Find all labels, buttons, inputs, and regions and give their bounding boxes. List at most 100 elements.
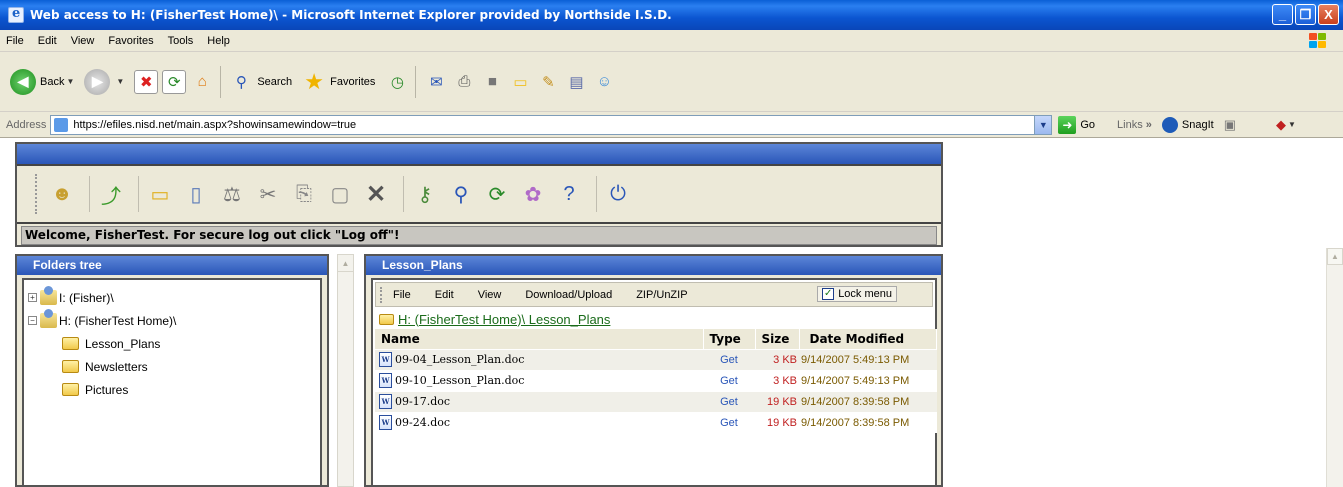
favorites-label: Favorites — [330, 75, 376, 88]
tree-item-drive-i[interactable]: + I: (Fisher)\ — [24, 286, 320, 309]
menu-edit[interactable]: Edit — [38, 35, 57, 47]
forward-button[interactable]: ▶ ▼ — [84, 68, 124, 95]
refresh-icon[interactable]: ⟳ — [162, 69, 187, 94]
copy-icon[interactable]: ⎘ — [289, 179, 319, 209]
search-icon[interactable]: ⚲ — [446, 179, 476, 209]
separator — [415, 65, 417, 98]
go-button[interactable]: ➜ Go — [1058, 115, 1095, 134]
file-menu-file[interactable]: File — [393, 289, 411, 301]
column-header-size[interactable]: Size — [755, 329, 800, 349]
refresh-icon[interactable]: ⟳ — [482, 179, 512, 209]
snagit-button[interactable]: SnagIt ▣ — [1161, 116, 1236, 133]
cut-icon[interactable]: ✂ — [253, 179, 283, 209]
favorites-star-icon: ★ — [304, 68, 325, 94]
expand-icon[interactable]: + — [28, 293, 37, 302]
get-link[interactable]: Get — [703, 390, 755, 412]
file-menu-edit[interactable]: Edit — [435, 289, 454, 301]
snagit-window-icon[interactable]: ▣ — [1224, 117, 1236, 133]
table-row[interactable]: W 09-10_Lesson_Plan.doc Get 3 KB 9/14/200… — [375, 369, 937, 391]
minimize-button[interactable]: _ — [1272, 4, 1293, 25]
tree-item-newsletters[interactable]: Newsletters — [24, 355, 320, 378]
lock-menu-toggle[interactable]: ✓ Lock menu — [817, 286, 897, 302]
file-name[interactable]: 09-10_Lesson_Plan.doc — [395, 374, 524, 387]
page-icon — [54, 117, 69, 132]
table-row[interactable]: W 09-24.doc Get 19 KB 9/14/2007 8:39:58 P… — [375, 411, 937, 433]
print-icon[interactable]: ⎙ — [452, 70, 476, 94]
home-icon[interactable]: ⌂ — [190, 70, 214, 94]
new-folder-icon[interactable]: ▭ — [145, 179, 175, 209]
browser-toolbar: ◀ Back ▼ ▶ ▼ ✖ ⟳ ⌂ ⚲ Search ★ Favorites … — [0, 52, 1343, 112]
menu-favorites[interactable]: Favorites — [108, 35, 153, 47]
menu-view[interactable]: View — [71, 35, 95, 47]
file-name[interactable]: 09-17.doc — [395, 395, 450, 408]
tree-item-lesson-plans[interactable]: Lesson_Plans — [24, 332, 320, 355]
mail-icon[interactable]: ✉ — [424, 70, 448, 94]
tree-item-drive-h[interactable]: − H: (FisherTest Home)\ — [24, 309, 320, 332]
tree-item-pictures[interactable]: Pictures — [24, 378, 320, 401]
column-header-type[interactable]: Type — [703, 329, 756, 349]
get-link[interactable]: Get — [703, 348, 755, 370]
file-menu-bar: File Edit View Download/Upload ZIP/UnZIP… — [375, 282, 933, 307]
scroll-up-icon[interactable]: ▲ — [1327, 248, 1343, 265]
address-input[interactable]: https://efiles.nisd.net/main.aspx?showin… — [50, 114, 1053, 135]
links-label[interactable]: Links » — [1117, 119, 1152, 131]
get-link[interactable]: Get — [703, 411, 755, 433]
tree-item-label: Newsletters — [85, 359, 148, 374]
permissions-icon[interactable]: ⚷ — [410, 179, 440, 209]
home-user-icon[interactable]: ☻ — [47, 179, 77, 209]
menu-tools[interactable]: Tools — [168, 35, 194, 47]
file-name[interactable]: 09-24.doc — [395, 416, 450, 429]
file-menu-zip[interactable]: ZIP/UnZIP — [636, 289, 687, 301]
current-path-link[interactable]: H: (FisherTest Home)\ Lesson_Plans — [373, 309, 935, 329]
table-row[interactable]: W 09-04_Lesson_Plan.doc Get 3 KB 9/14/200… — [375, 348, 937, 370]
delete-icon[interactable]: ✕ — [361, 179, 391, 209]
chevron-down-icon[interactable]: ▼ — [1034, 115, 1052, 134]
menu-file[interactable]: File — [6, 35, 24, 47]
maximize-button[interactable]: ❐ — [1295, 4, 1316, 25]
skins-icon[interactable]: ✿ — [518, 179, 548, 209]
back-button[interactable]: ◀ Back ▼ — [10, 68, 74, 95]
network-drive-icon — [40, 286, 57, 305]
up-folder-icon[interactable]: ⤴ — [96, 179, 126, 209]
research-icon[interactable]: ✎ — [536, 70, 560, 94]
contacts-icon[interactable]: ☺ — [592, 70, 616, 94]
folders-scrollbar[interactable]: ▲ — [337, 254, 354, 487]
word-doc-icon: W — [379, 373, 392, 388]
lock-menu-checkbox[interactable]: ✓ — [822, 288, 835, 300]
welcome-message: Welcome, FisherTest. For secure log out … — [21, 226, 937, 245]
get-link[interactable]: Get — [703, 369, 755, 391]
table-row[interactable]: W 09-17.doc Get 19 KB 9/14/2007 8:39:58 P… — [375, 390, 937, 412]
toolbar-grip[interactable] — [35, 174, 39, 214]
help-icon[interactable]: ? — [554, 179, 584, 209]
scroll-up-icon[interactable]: ▲ — [338, 255, 353, 272]
search-label: Search — [257, 75, 293, 88]
file-menu-view[interactable]: View — [478, 289, 502, 301]
folder-icon[interactable]: ▤ — [564, 70, 588, 94]
search-button[interactable]: ⚲ Search — [229, 70, 292, 94]
translate-icon[interactable]: ◆ — [1276, 117, 1286, 133]
power-icon[interactable]: ⏻ — [603, 179, 633, 209]
collapse-icon[interactable]: − — [28, 316, 37, 325]
favorites-button[interactable]: ★ Favorites — [302, 68, 376, 94]
stop-icon[interactable]: ✖ — [134, 69, 159, 94]
history-icon[interactable]: ◷ — [385, 70, 409, 94]
compare-icon[interactable]: ⚖ — [217, 179, 247, 209]
close-button[interactable]: X — [1318, 4, 1339, 25]
chevron-down-icon[interactable]: ▼ — [66, 77, 74, 86]
file-menu-download-upload[interactable]: Download/Upload — [525, 289, 612, 301]
window-title: Web access to H: (FisherTest Home)\ - Mi… — [30, 8, 672, 22]
file-size: 19 KB — [755, 411, 799, 433]
chevron-down-icon[interactable]: ▼ — [116, 77, 124, 86]
paste-icon[interactable]: ▢ — [325, 179, 355, 209]
messenger-icon[interactable]: ▭ — [508, 70, 532, 94]
new-file-icon[interactable]: ▯ — [181, 179, 211, 209]
edit-icon[interactable]: ■ — [480, 70, 504, 94]
column-header-name[interactable]: Name — [375, 329, 704, 349]
page-scrollbar[interactable]: ▲ — [1326, 248, 1343, 487]
file-name[interactable]: 09-04_Lesson_Plan.doc — [395, 353, 524, 366]
menu-grip[interactable] — [380, 286, 383, 303]
ie-icon — [8, 6, 24, 23]
menu-help[interactable]: Help — [207, 35, 230, 47]
chevron-down-icon[interactable]: ▼ — [1288, 120, 1296, 129]
column-header-date[interactable]: Date Modified — [799, 329, 937, 349]
